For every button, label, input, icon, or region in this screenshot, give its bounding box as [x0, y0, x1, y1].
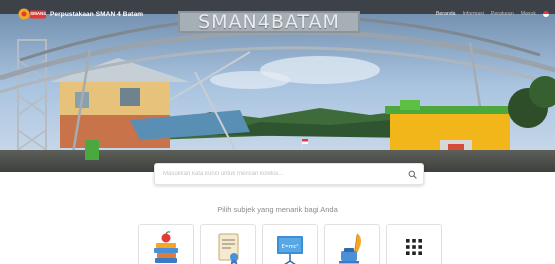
subject-heading: Pilih subjek yang menarik bagi Anda: [217, 205, 338, 214]
search-bar: [154, 163, 424, 185]
nav-link-beranda[interactable]: Beranda: [436, 11, 456, 17]
page: SMAN4BATAM SMAN4 Perpustakaan SMAN 4 Bat…: [0, 0, 555, 264]
subject-card-literature[interactable]: [324, 224, 380, 264]
nav-link-peraturan[interactable]: Peraturan: [491, 11, 514, 17]
grid-more-icon: [406, 239, 422, 255]
top-navbar: SMAN4 Perpustakaan SMAN 4 Batam Beranda …: [0, 0, 555, 28]
school-logo: SMAN4: [18, 6, 46, 22]
search-input[interactable]: [163, 171, 407, 177]
nav-link-masuk[interactable]: Masuk: [521, 11, 536, 17]
subject-card-science[interactable]: E=mc²: [262, 224, 318, 264]
logo-text: SMAN4: [30, 11, 46, 16]
search-icon[interactable]: [407, 169, 417, 179]
nav-menu: Beranda Informasi Peraturan Masuk: [436, 11, 549, 17]
nav-link-informasi[interactable]: Informasi: [463, 11, 484, 17]
svg-text:E=mc²: E=mc²: [282, 244, 299, 250]
subject-card-list: E=mc²: [138, 224, 442, 264]
subject-card-books[interactable]: [138, 224, 194, 264]
certificate-document-icon: [218, 233, 239, 264]
indonesia-flag-icon[interactable]: [543, 11, 549, 17]
brand[interactable]: SMAN4 Perpustakaan SMAN 4 Batam: [18, 6, 143, 22]
subject-card-documents[interactable]: [200, 224, 256, 264]
subject-card-more[interactable]: [386, 224, 442, 264]
site-title: Perpustakaan SMAN 4 Batam: [50, 10, 144, 18]
presentation-board-icon: E=mc²: [277, 236, 303, 264]
books-apple-icon: [154, 231, 178, 263]
ink-quill-icon: [339, 233, 361, 264]
